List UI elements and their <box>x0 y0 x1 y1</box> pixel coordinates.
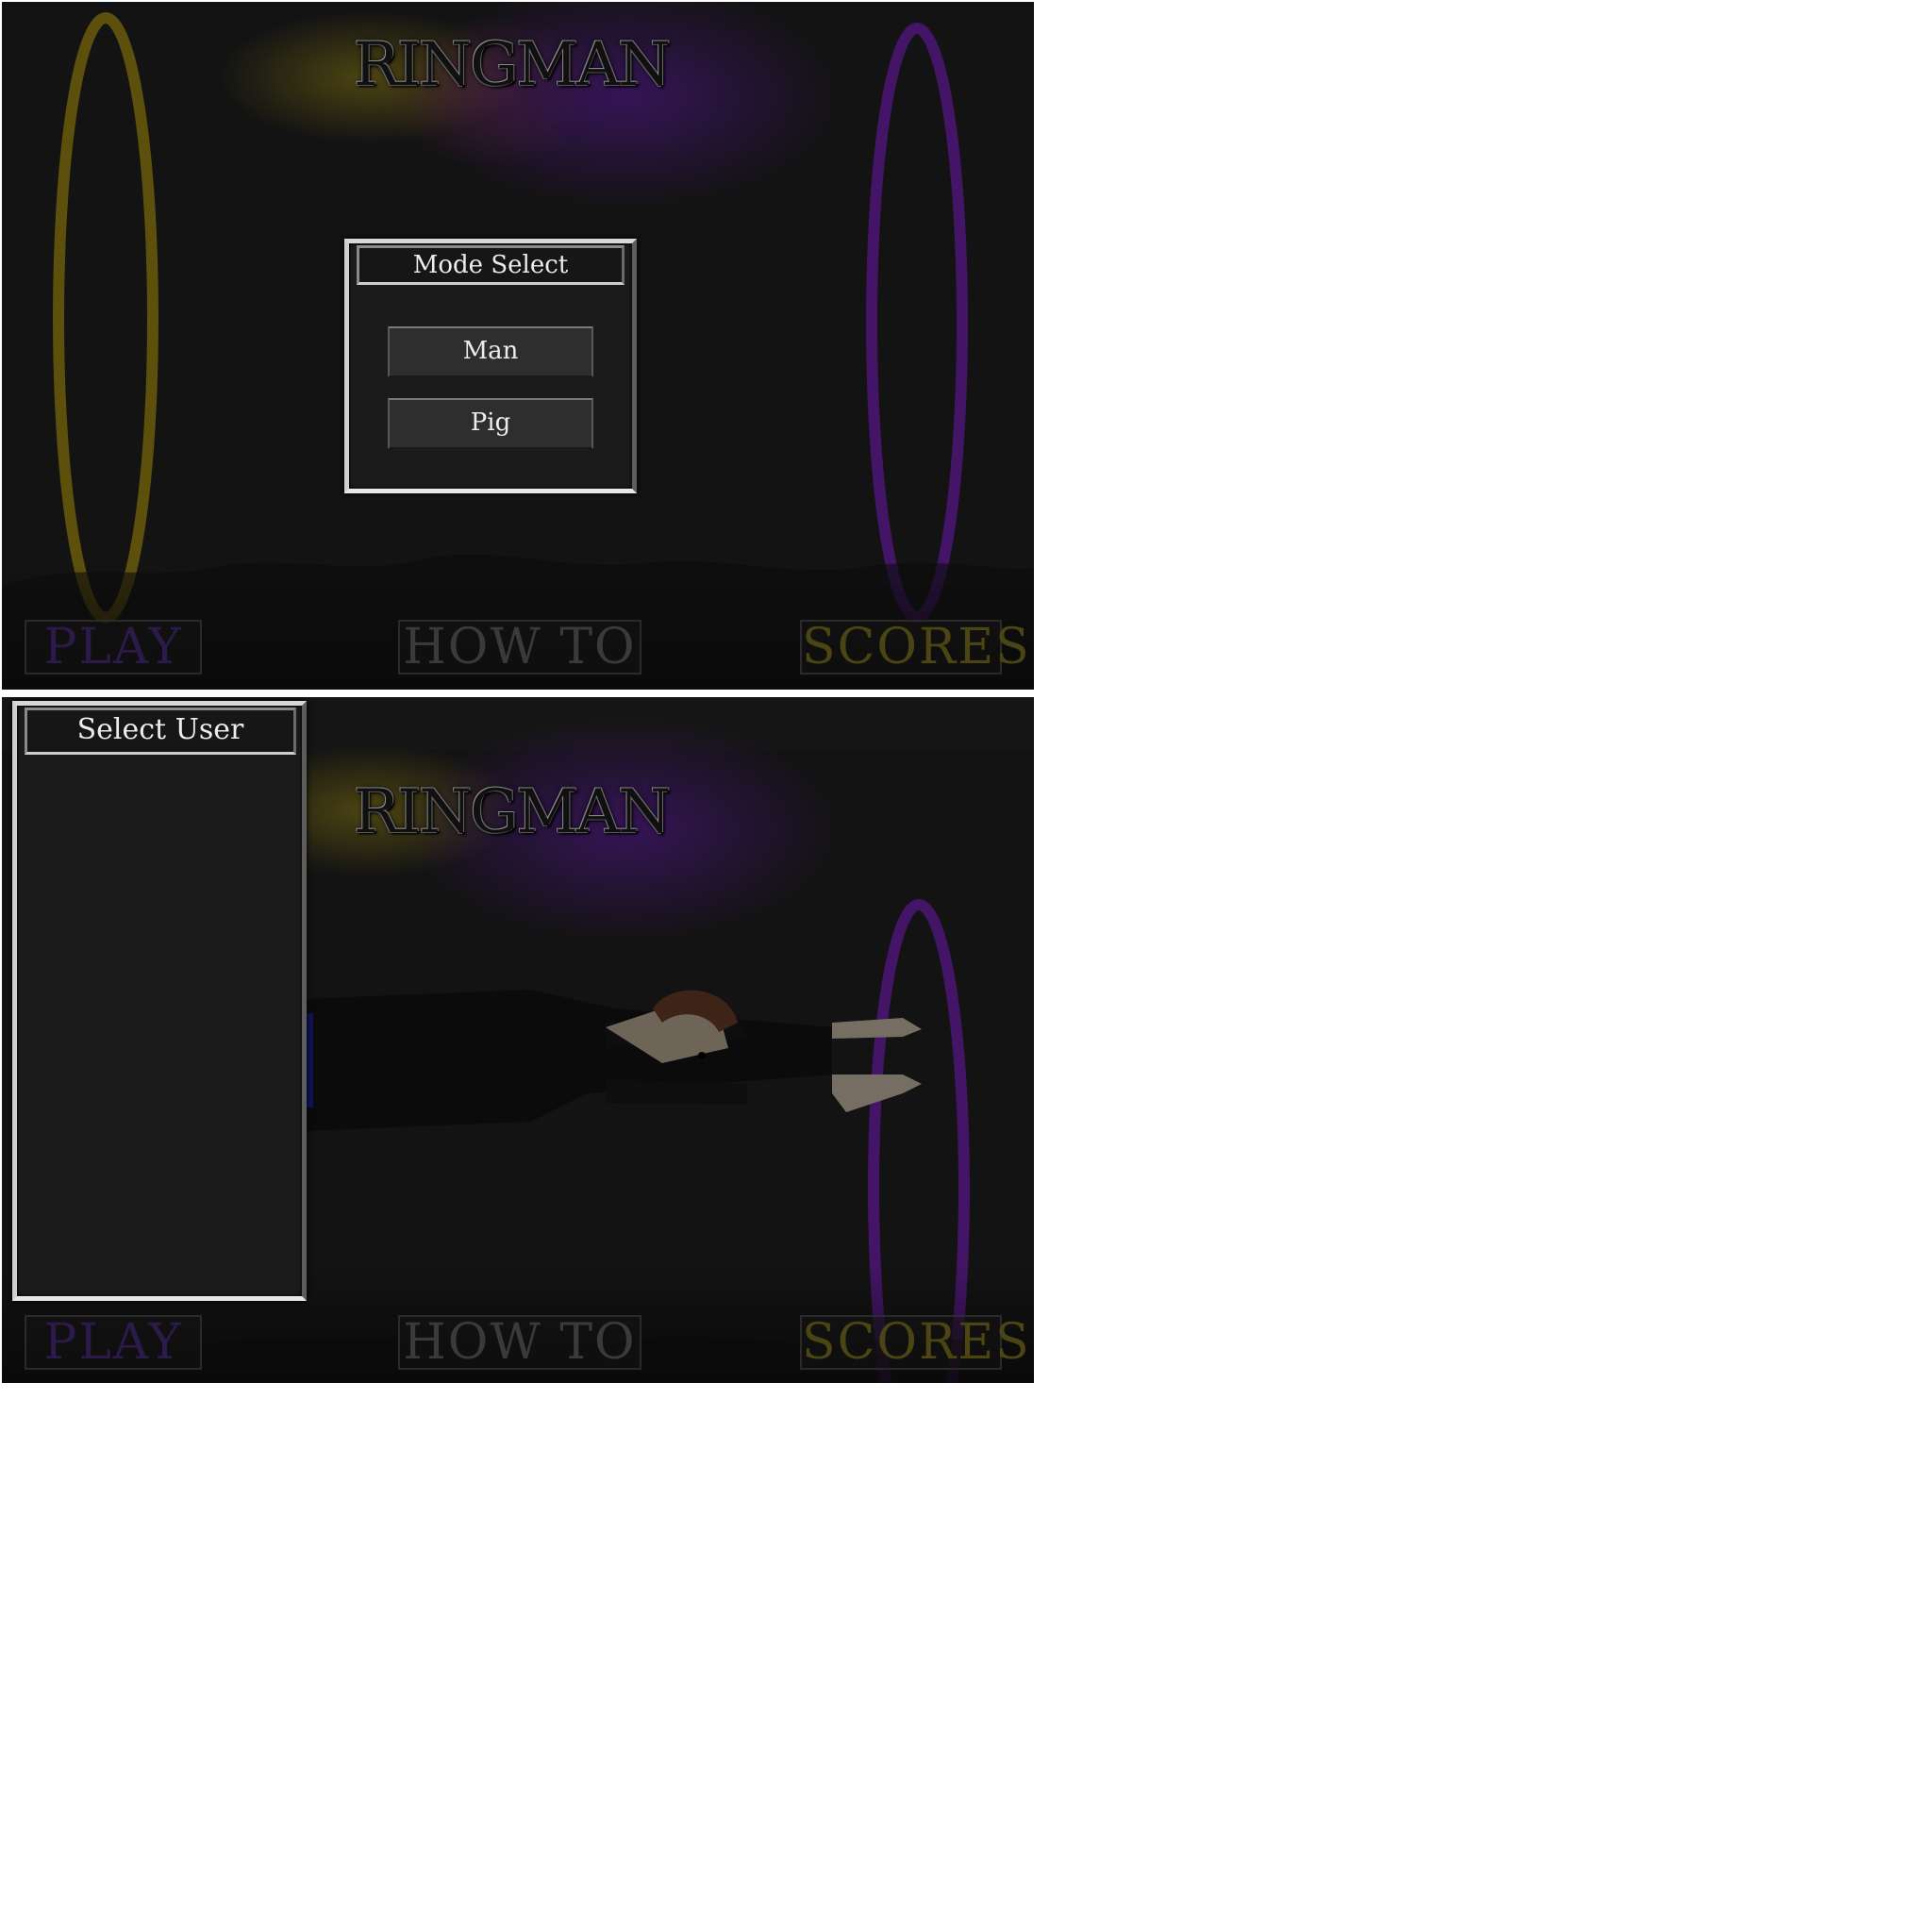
main-menu-screen-mode-select: RINGMAN PLAY HOW TO SCORES Mode Select M… <box>2 2 1034 690</box>
man-mode-button[interactable]: Man <box>388 326 593 377</box>
how-to-button[interactable]: HOW TO <box>398 620 641 675</box>
user-list[interactable] <box>21 760 294 1289</box>
select-user-header: Select User <box>25 708 296 755</box>
purple-ring-icon <box>866 23 968 623</box>
how-to-button[interactable]: HOW TO <box>398 1315 641 1370</box>
game-title: RINGMAN <box>353 30 671 100</box>
main-menu-screen-user-select: RINGMAN PLAY HOW TO SCORES Select User <box>2 697 1034 1383</box>
mode-select-header: Mode Select <box>357 245 625 285</box>
play-button[interactable]: PLAY <box>25 620 202 675</box>
game-title: RINGMAN <box>353 777 671 847</box>
play-button[interactable]: PLAY <box>25 1315 202 1370</box>
scores-button[interactable]: SCORES <box>800 1315 1029 1370</box>
select-user-panel: Select User <box>12 701 307 1301</box>
scores-button[interactable]: SCORES <box>800 620 1029 675</box>
mode-select-panel: Mode Select Man Pig <box>344 239 637 493</box>
pig-mode-button[interactable]: Pig <box>388 398 593 449</box>
yellow-ring-icon <box>53 12 158 624</box>
diving-ringman-character-icon <box>302 990 922 1131</box>
